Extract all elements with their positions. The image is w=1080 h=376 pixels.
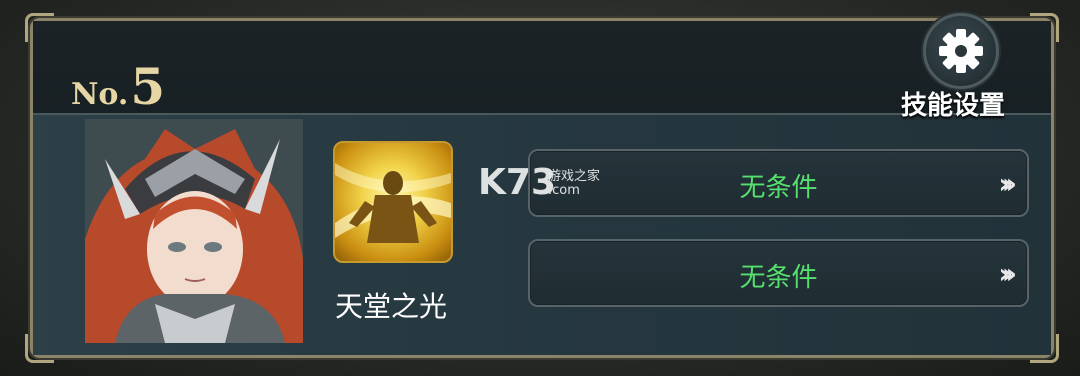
condition-label: 无条件 xyxy=(739,173,818,203)
watermark-site: 游戏之家 xyxy=(548,169,601,184)
watermark-subtext: 游戏之家 .com xyxy=(548,170,600,198)
skill-settings-label[interactable]: 技能设置 xyxy=(901,85,1005,122)
rank-number: 5 xyxy=(130,57,166,116)
skill-condition-button-2[interactable]: 无条件 ››› xyxy=(528,239,1029,307)
triple-chevron-right-icon: ››› xyxy=(998,167,1016,200)
site-watermark: K73 游戏之家 .com xyxy=(478,162,600,203)
skill-condition-button-1[interactable]: 无条件 ››› xyxy=(528,149,1029,217)
watermark-logo: K73 xyxy=(478,162,556,203)
watermark-domain: .com xyxy=(548,183,580,198)
character-portrait-art xyxy=(85,119,303,343)
gear-icon xyxy=(939,29,983,73)
skill-settings-button[interactable] xyxy=(923,13,999,89)
panel-header xyxy=(33,21,1051,115)
triple-chevron-right-icon: ››› xyxy=(998,257,1016,290)
character-portrait[interactable] xyxy=(85,119,303,343)
condition-label: 无条件 xyxy=(739,263,818,293)
heavenly-light-skill-icon xyxy=(335,163,451,243)
rank-label: No.5 xyxy=(71,57,165,116)
rank-prefix: No. xyxy=(71,77,129,112)
skill-icon[interactable] xyxy=(333,141,453,263)
skill-name: 天堂之光 xyxy=(334,290,447,323)
